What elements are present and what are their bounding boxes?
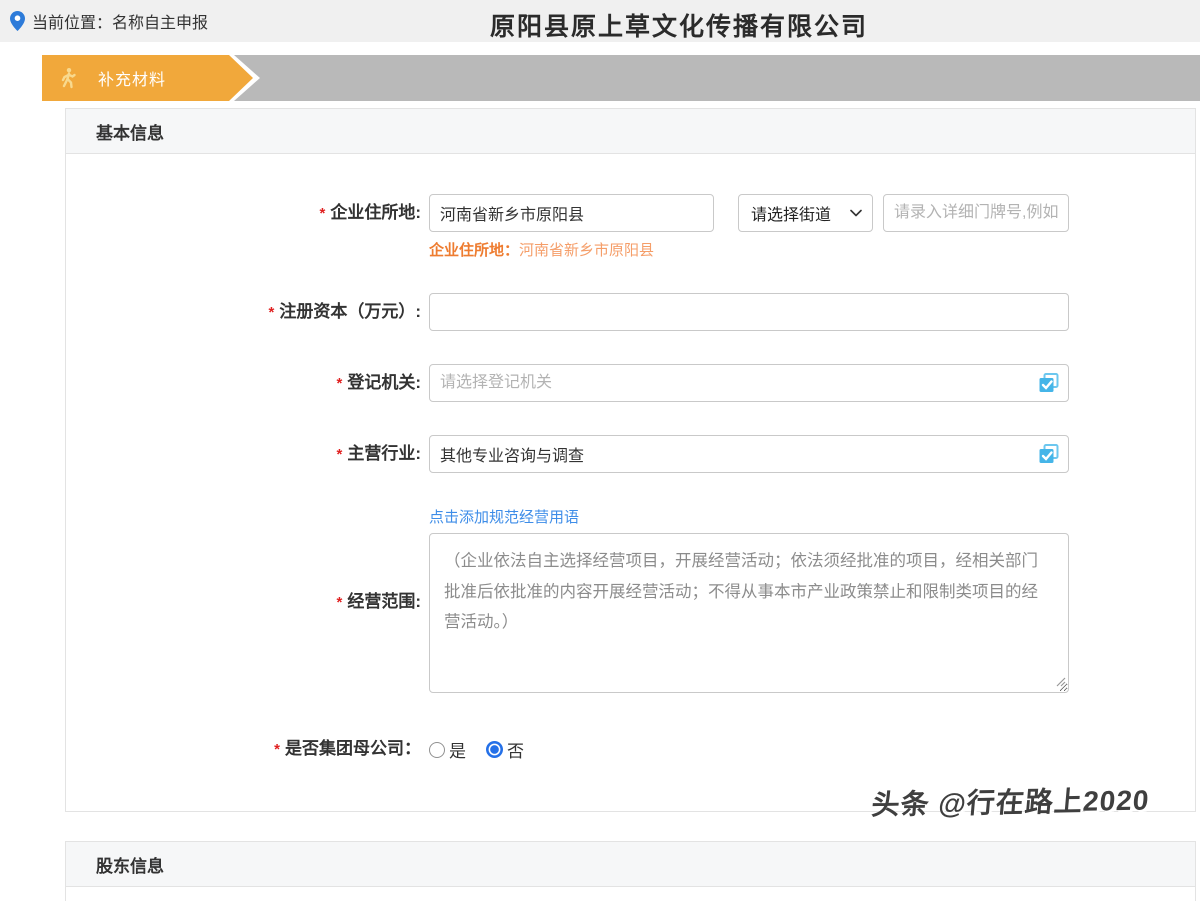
basic-info-body: *企业住所地: 请选择街道 企业住所地：河南省新乡市原阳县: [66, 154, 1195, 811]
radio-option-no[interactable]: 否: [486, 737, 524, 762]
business-scope-textarea[interactable]: [429, 533, 1069, 693]
shareholder-header: 股东信息: [66, 842, 1195, 887]
location-pin-icon: [10, 11, 25, 31]
walking-person-icon: [58, 67, 78, 89]
registration-authority-input[interactable]: [429, 364, 1069, 402]
street-select-value: 请选择街道: [751, 201, 831, 225]
address-hint-value: 河南省新乡市原阳县: [519, 242, 654, 259]
address-hint-label: 企业住所地：: [429, 242, 519, 259]
row-is-group-parent: *是否集团母公司： 是 否: [66, 730, 1195, 769]
street-select[interactable]: 请选择街道: [738, 194, 873, 232]
watermark-text: 头条 @行在路上2020: [870, 779, 1151, 824]
copy-check-icon[interactable]: [1037, 443, 1060, 466]
step-tab-supplementary-materials[interactable]: 补充材料: [42, 55, 253, 101]
add-standard-terms-link[interactable]: 点击添加规范经营用语: [429, 506, 579, 527]
step-tab-label: 补充材料: [98, 66, 166, 90]
breadcrumb: 当前位置：名称自主申报: [10, 0, 208, 42]
business-scope-label: *经营范围:: [66, 583, 421, 622]
radio-option-yes[interactable]: 是: [429, 737, 466, 762]
basic-info-panel: 基本信息 *企业住所地: 请选择街道 企: [65, 108, 1196, 812]
row-main-industry: *主营行业:: [66, 435, 1195, 474]
page-title: 原阳县原上草文化传播有限公司: [490, 7, 868, 43]
required-asterisk: *: [319, 205, 325, 222]
registration-authority-label: *登记机关:: [66, 364, 421, 403]
basic-info-header: 基本信息: [66, 109, 1195, 154]
address-province-input[interactable]: [429, 194, 714, 232]
is-group-parent-radio-group: 是 否: [429, 737, 524, 762]
main-industry-input[interactable]: [429, 435, 1069, 473]
top-bar: 当前位置：名称自主申报 原阳县原上草文化传播有限公司: [0, 0, 1200, 42]
address-detail-input[interactable]: [883, 194, 1069, 232]
address-hint: 企业住所地：河南省新乡市原阳县: [429, 241, 1069, 261]
radio-yes-label: 是: [449, 737, 466, 762]
basic-info-title: 基本信息: [96, 119, 164, 144]
row-registered-capital: *注册资本（万元）:: [66, 293, 1195, 332]
row-registration-authority: *登记机关:: [66, 364, 1195, 403]
row-enterprise-address: *企业住所地: 请选择街道 企业住所地：河南省新乡市原阳县: [66, 194, 1195, 261]
required-asterisk: *: [274, 741, 280, 758]
registered-capital-input[interactable]: [429, 293, 1069, 331]
is-group-parent-label: *是否集团母公司：: [66, 730, 421, 769]
radio-no-circle[interactable]: [486, 741, 503, 758]
copy-check-icon[interactable]: [1037, 372, 1060, 395]
required-asterisk: *: [336, 446, 342, 463]
chevron-down-icon: [850, 209, 862, 217]
step-banner: 补充材料: [42, 55, 1200, 101]
radio-yes-circle[interactable]: [429, 742, 445, 758]
main-industry-label: *主营行业:: [66, 435, 421, 474]
radio-no-label: 否: [507, 737, 524, 762]
required-asterisk: *: [268, 304, 274, 321]
enterprise-address-label: *企业住所地:: [66, 194, 421, 233]
registered-capital-label: *注册资本（万元）:: [66, 293, 421, 332]
shareholder-panel: 股东信息: [65, 841, 1196, 901]
required-asterisk: *: [336, 375, 342, 392]
shareholder-title: 股东信息: [96, 852, 164, 877]
required-asterisk: *: [336, 594, 342, 611]
row-business-scope: *经营范围: 点击添加规范经营用语: [66, 506, 1195, 698]
breadcrumb-label: 当前位置：名称自主申报: [32, 9, 208, 33]
